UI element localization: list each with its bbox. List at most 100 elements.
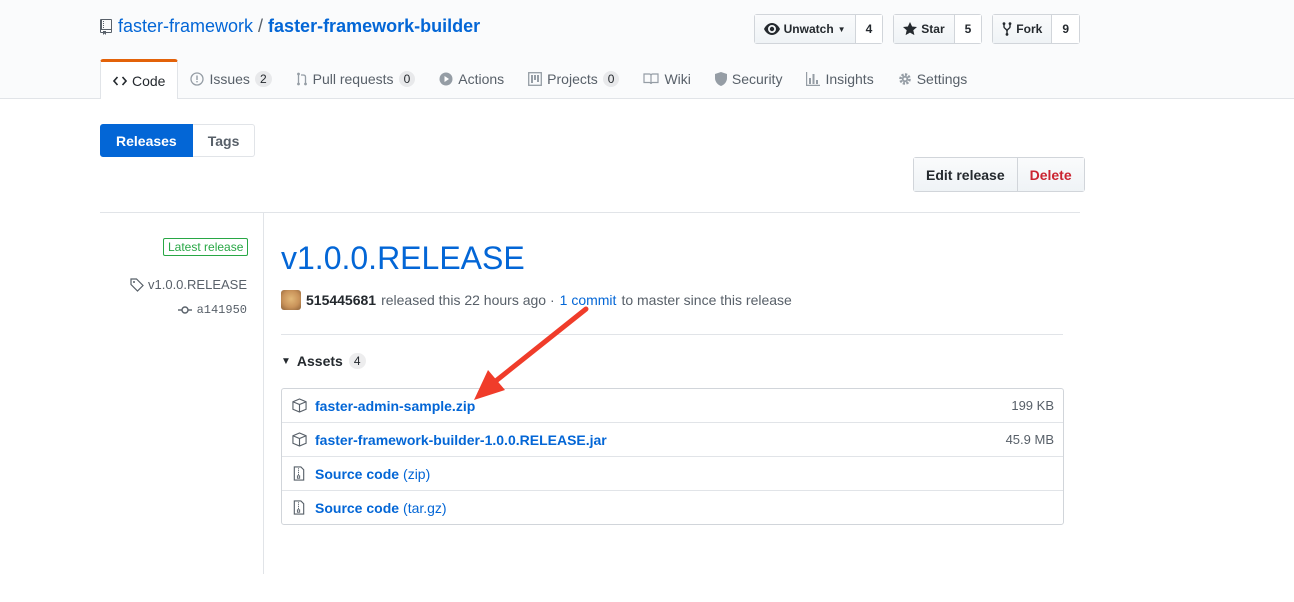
issues-counter: 2 — [254, 70, 272, 87]
star-icon — [903, 22, 918, 36]
commit-count-link[interactable]: 1 commit — [560, 292, 617, 308]
release-author[interactable]: 515445681 — [306, 292, 376, 308]
source-code-label: Source code — [315, 465, 400, 482]
released-text: released this 22 hours ago · — [381, 292, 555, 308]
book-icon — [643, 72, 660, 84]
asset-size: 199 KB — [1011, 398, 1054, 413]
star-label: Star — [921, 22, 945, 36]
source-code-ext: (zip) — [403, 465, 431, 482]
assets-heading: Assets — [296, 353, 343, 369]
pull-request-icon — [296, 72, 307, 85]
asset-row: faster-framework-builder-1.0.0.RELEASE.j… — [282, 422, 1063, 456]
issue-icon — [190, 71, 205, 86]
divider — [281, 334, 1063, 335]
timeline-line — [263, 212, 264, 574]
caret-down-icon: ▼ — [281, 355, 291, 367]
latest-release-badge: Latest release — [163, 238, 249, 256]
source-code-ext: (tar.gz) — [403, 499, 447, 516]
commit-icon — [177, 306, 192, 314]
release-suffix-text: to master since this release — [621, 292, 792, 308]
tag-icon — [130, 277, 144, 292]
shield-icon — [714, 71, 727, 86]
assets-counter: 4 — [348, 353, 366, 369]
stars-count[interactable]: 5 — [954, 15, 982, 43]
fork-button[interactable]: Fork — [993, 15, 1053, 43]
code-icon — [113, 75, 127, 86]
release-actions: Edit release Delete — [913, 157, 1085, 192]
tab-pull-requests-label: Pull requests — [312, 70, 394, 87]
package-icon — [291, 432, 307, 447]
gear-icon — [898, 72, 911, 85]
unwatch-button[interactable]: Unwatch ▼ — [754, 15, 856, 43]
repo-owner-link[interactable]: faster-framework — [118, 16, 253, 37]
releases-tab[interactable]: Releases — [100, 124, 193, 157]
tab-projects-label: Projects — [547, 70, 598, 87]
asset-row: faster-admin-sample.zip 199 KB — [282, 389, 1063, 422]
asset-row: Source code (tar.gz) — [282, 490, 1063, 524]
graph-icon — [806, 71, 821, 86]
unwatch-button-group: Unwatch ▼ 4 — [753, 14, 884, 44]
tab-wiki[interactable]: Wiki — [631, 59, 702, 98]
releases-subnav: Releases Tags — [100, 124, 256, 157]
tab-wiki-label: Wiki — [664, 70, 691, 87]
watchers-count[interactable]: 4 — [855, 15, 883, 43]
source-code-label: Source code — [315, 499, 400, 516]
release-commit-sha: a141950 — [196, 303, 247, 317]
file-zip-icon — [291, 500, 307, 515]
fork-icon — [1002, 22, 1012, 36]
play-icon — [439, 72, 453, 85]
avatar[interactable] — [281, 290, 301, 310]
repo-nav: Code Issues 2 Pull requests 0 Actions Pr… — [100, 59, 979, 99]
project-icon — [528, 71, 543, 86]
tags-tab[interactable]: Tags — [192, 124, 256, 157]
tab-issues[interactable]: Issues 2 — [178, 59, 283, 98]
package-icon — [291, 398, 307, 413]
release-tag-label: v1.0.0.RELEASE — [148, 277, 247, 292]
divider — [100, 212, 1080, 213]
eye-icon — [763, 23, 780, 35]
assets-toggle[interactable]: ▼ Assets 4 — [281, 353, 366, 369]
forks-count[interactable]: 9 — [1052, 15, 1079, 43]
asset-size: 45.9 MB — [1005, 432, 1054, 447]
tab-actions-label: Actions — [458, 70, 505, 87]
tab-security-label: Security — [731, 70, 783, 87]
tab-issues-label: Issues — [209, 70, 250, 87]
projects-counter: 0 — [602, 70, 620, 87]
fork-button-group: Fork 9 — [992, 14, 1080, 44]
tab-settings-label: Settings — [916, 70, 968, 87]
tab-insights[interactable]: Insights — [794, 59, 885, 98]
repo-name-link[interactable]: faster-framework-builder — [268, 16, 480, 37]
edit-release-button[interactable]: Edit release — [914, 158, 1018, 191]
release-commit[interactable]: a141950 — [177, 303, 247, 317]
delete-release-button[interactable]: Delete — [1017, 158, 1084, 191]
asset-row: Source code (zip) — [282, 456, 1063, 490]
tab-security[interactable]: Security — [703, 59, 795, 98]
repo-title: faster-framework / faster-framework-buil… — [100, 16, 480, 37]
source-code-targz-link[interactable]: Source code (tar.gz) — [315, 500, 447, 516]
tab-settings[interactable]: Settings — [886, 59, 980, 98]
file-zip-icon — [291, 466, 307, 481]
tab-insights-label: Insights — [825, 70, 874, 87]
fork-label: Fork — [1016, 22, 1043, 36]
release-meta: 515445681 released this 22 hours ago · 1… — [281, 290, 792, 310]
tab-actions[interactable]: Actions — [427, 59, 516, 98]
release-tag[interactable]: v1.0.0.RELEASE — [130, 277, 247, 292]
tab-code-label: Code — [132, 72, 166, 89]
assets-list: faster-admin-sample.zip 199 KB faster-fr… — [281, 388, 1064, 525]
repo-icon — [100, 18, 112, 35]
release-title[interactable]: v1.0.0.RELEASE — [281, 240, 525, 277]
star-button-group: Star 5 — [893, 14, 983, 44]
tab-pull-requests[interactable]: Pull requests 0 — [284, 59, 428, 98]
unwatch-label: Unwatch — [783, 22, 834, 36]
repo-header: faster-framework / faster-framework-buil… — [0, 0, 1294, 99]
tab-code[interactable]: Code — [100, 59, 179, 99]
chevron-down-icon: ▼ — [837, 24, 846, 34]
tab-projects[interactable]: Projects 0 — [516, 59, 631, 98]
asset-link[interactable]: faster-framework-builder-1.0.0.RELEASE.j… — [315, 432, 607, 448]
repo-actions: Unwatch ▼ 4 Star 5 Fork 9 — [753, 14, 1080, 44]
source-code-zip-link[interactable]: Source code (zip) — [315, 466, 430, 482]
star-button[interactable]: Star — [894, 15, 955, 43]
repo-separator: / — [258, 16, 264, 36]
asset-link[interactable]: faster-admin-sample.zip — [315, 398, 475, 414]
pull-requests-counter: 0 — [398, 70, 416, 87]
